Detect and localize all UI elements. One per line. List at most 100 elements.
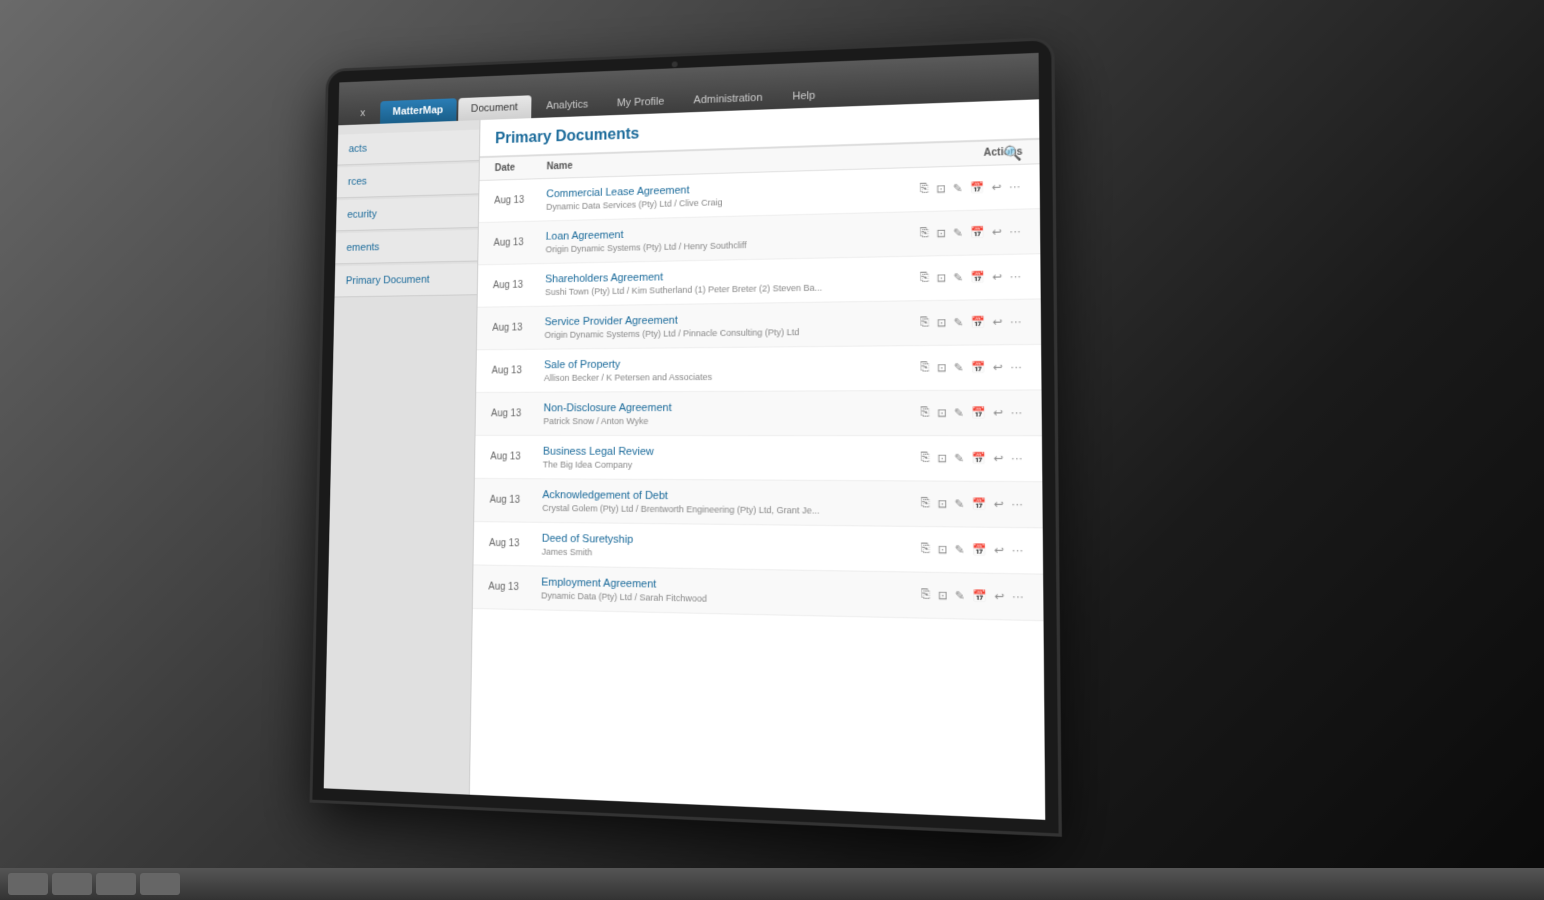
table-row: Aug 13 Non-Disclosure Agreement Patrick … (476, 390, 1042, 436)
download-icon[interactable]: ⊡ (936, 586, 950, 604)
calendar-icon[interactable]: 📅 (968, 179, 987, 197)
download-icon[interactable]: ⊡ (935, 541, 949, 559)
download-icon[interactable]: ⊡ (934, 180, 948, 198)
edit-icon[interactable]: ✎ (952, 404, 966, 422)
more-icon[interactable]: ··· (1008, 405, 1024, 422)
calendar-icon[interactable]: 📅 (970, 541, 989, 559)
more-icon[interactable]: ··· (1009, 542, 1025, 559)
taskbar-item-2[interactable] (52, 873, 92, 895)
table-row: Aug 13 Acknowledgement of Debt Crystal G… (474, 479, 1043, 528)
more-icon[interactable]: ··· (1007, 268, 1023, 285)
row-doc-info: Loan Agreement Origin Dynamic Systems (P… (546, 222, 908, 254)
more-icon[interactable]: ··· (1009, 496, 1025, 513)
more-icon[interactable]: ··· (1008, 314, 1024, 331)
row-doc-info: Commercial Lease Agreement Dynamic Data … (546, 178, 907, 212)
share-icon[interactable]: ↩ (990, 268, 1004, 286)
more-icon[interactable]: ··· (1007, 179, 1023, 196)
copy-icon[interactable]: ⎘ (919, 586, 933, 604)
row-doc-info: Deed of Suretyship James Smith (542, 532, 909, 561)
nav-tab-myprofile[interactable]: My Profile (603, 89, 678, 115)
share-icon[interactable]: ↩ (990, 223, 1004, 241)
calendar-icon[interactable]: 📅 (969, 314, 988, 332)
copy-icon[interactable]: ⎘ (919, 540, 933, 558)
share-icon[interactable]: ↩ (991, 313, 1005, 331)
doc-name-link[interactable]: Business Legal Review (543, 445, 908, 458)
calendar-icon[interactable]: 📅 (970, 495, 989, 513)
copy-icon[interactable]: ⎘ (918, 404, 932, 421)
sidebar-item-security[interactable]: ecurity (336, 196, 478, 231)
more-icon[interactable]: ··· (1010, 588, 1026, 605)
search-icon[interactable]: 🔍 (1004, 143, 1023, 161)
copy-icon[interactable]: ⎘ (918, 450, 932, 468)
edit-icon[interactable]: ✎ (953, 587, 967, 605)
row-actions: ⎘ ⊡ ✎ 📅 ↩ ··· (908, 268, 1024, 287)
laptop-screen: x MatterMap Document Analytics My Profil… (312, 40, 1058, 833)
copy-icon[interactable]: ⎘ (918, 181, 931, 198)
taskbar-item-3[interactable] (96, 873, 136, 895)
edit-icon[interactable]: ✎ (951, 269, 965, 287)
copy-icon[interactable]: ⎘ (918, 314, 931, 331)
nav-tab-help[interactable]: Help (778, 83, 829, 109)
sidebar-item-primary-doc[interactable]: Primary Document (335, 263, 478, 297)
sidebar-item-acts[interactable]: acts (337, 130, 479, 166)
doc-parties: Allison Becker / K Petersen and Associat… (544, 370, 908, 382)
camera-dot (672, 61, 678, 67)
more-icon[interactable]: ··· (1008, 359, 1024, 376)
edit-icon[interactable]: ✎ (951, 180, 965, 198)
row-date: Aug 13 (491, 408, 544, 419)
nav-tab-document[interactable]: Document (458, 95, 531, 121)
doc-name-link[interactable]: Acknowledgement of Debt (542, 489, 908, 504)
taskbar-item-1[interactable] (8, 873, 48, 895)
taskbar-item-4[interactable] (140, 873, 180, 895)
row-date: Aug 13 (493, 237, 545, 249)
copy-icon[interactable]: ⎘ (918, 270, 931, 287)
share-icon[interactable]: ↩ (992, 541, 1006, 559)
more-icon[interactable]: ··· (1007, 223, 1023, 240)
copy-icon[interactable]: ⎘ (919, 495, 933, 513)
edit-icon[interactable]: ✎ (951, 224, 965, 242)
share-icon[interactable]: ↩ (991, 404, 1005, 422)
row-doc-info: Acknowledgement of Debt Crystal Golem (P… (542, 489, 908, 516)
row-date: Aug 13 (489, 538, 542, 550)
copy-icon[interactable]: ⎘ (918, 225, 931, 242)
download-icon[interactable]: ⊡ (935, 359, 949, 377)
row-date: Aug 13 (490, 495, 543, 506)
edit-icon[interactable]: ✎ (952, 495, 966, 513)
nav-tab-x[interactable]: x (347, 101, 378, 125)
calendar-icon[interactable]: 📅 (969, 450, 988, 468)
more-icon[interactable]: ··· (1009, 450, 1025, 467)
edit-icon[interactable]: ✎ (952, 450, 966, 468)
download-icon[interactable]: ⊡ (935, 495, 949, 513)
sidebar-item-rces[interactable]: rces (337, 163, 479, 198)
row-actions: ⎘ ⊡ ✎ 📅 ↩ ··· (907, 178, 1022, 198)
row-actions: ⎘ ⊡ ✎ 📅 ↩ ··· (908, 358, 1024, 376)
calendar-icon[interactable]: 📅 (970, 587, 989, 605)
copy-icon[interactable]: ⎘ (918, 359, 931, 376)
taskbar (0, 868, 1544, 900)
calendar-icon[interactable]: 📅 (969, 404, 988, 422)
share-icon[interactable]: ↩ (990, 179, 1004, 197)
edit-icon[interactable]: ✎ (953, 541, 967, 559)
download-icon[interactable]: ⊡ (935, 314, 949, 332)
download-icon[interactable]: ⊡ (934, 225, 948, 243)
share-icon[interactable]: ↩ (991, 450, 1005, 468)
edit-icon[interactable]: ✎ (952, 314, 966, 332)
edit-icon[interactable]: ✎ (952, 359, 966, 377)
nav-tab-mattermap[interactable]: MatterMap (380, 98, 457, 124)
download-icon[interactable]: ⊡ (934, 269, 948, 287)
calendar-icon[interactable]: 📅 (968, 269, 987, 287)
laptop-device: x MatterMap Document Analytics My Profil… (262, 50, 1082, 870)
sidebar-item-ements[interactable]: ements (335, 230, 478, 265)
share-icon[interactable]: ↩ (991, 359, 1005, 377)
doc-parties: Patrick Snow / Anton Wyke (543, 415, 908, 425)
row-doc-info: Business Legal Review The Big Idea Compa… (543, 445, 908, 470)
download-icon[interactable]: ⊡ (935, 450, 949, 468)
calendar-icon[interactable]: 📅 (969, 359, 988, 377)
nav-tab-analytics[interactable]: Analytics (533, 92, 602, 118)
share-icon[interactable]: ↩ (992, 495, 1006, 513)
share-icon[interactable]: ↩ (992, 587, 1006, 605)
calendar-icon[interactable]: 📅 (968, 224, 987, 242)
download-icon[interactable]: ⊡ (935, 404, 949, 422)
doc-name-link[interactable]: Sale of Property (544, 356, 908, 371)
row-date: Aug 13 (492, 365, 545, 376)
